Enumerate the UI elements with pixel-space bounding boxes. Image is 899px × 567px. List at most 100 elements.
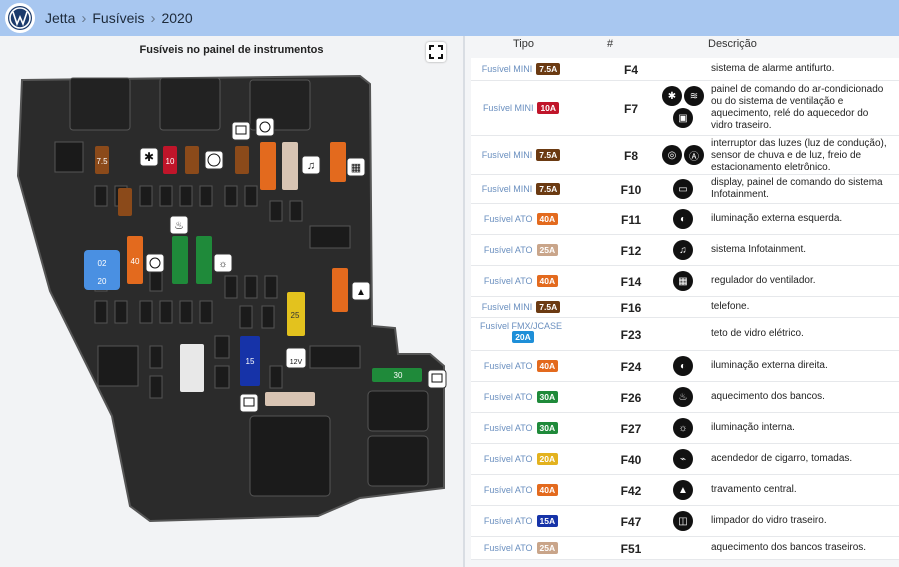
fuse-type-label: Fusível MINI: [481, 184, 533, 194]
amperage-badge: 15A: [536, 515, 559, 527]
fuse-description: travamento central.: [711, 484, 797, 495]
fuse-id: F27: [620, 422, 642, 436]
amperage-badge: 20A: [536, 453, 559, 465]
fuse-type: Fusível MINI 10A: [471, 102, 571, 114]
fuse-label-40: 40: [131, 257, 140, 266]
fuse-type: Fusível FMX/JCASE 20A: [471, 321, 571, 343]
fuse-id: F51: [620, 542, 642, 556]
vw-logo[interactable]: [5, 3, 35, 33]
amperage-badge: 7.5A: [536, 301, 561, 313]
fuse-icons: ♫: [653, 240, 713, 260]
fuse-description: teto de vidro elétrico.: [711, 328, 804, 339]
fuse-type-label: Fusível MINI: [481, 64, 533, 74]
amperage-badge: 7.5A: [536, 183, 561, 195]
rain-sensor-icon: ◎: [662, 145, 682, 165]
fuse-icons: ⌁: [653, 449, 713, 469]
fuse-description: iluminação externa esquerda.: [711, 213, 843, 224]
table-row[interactable]: Fusível MINI 7.5A F16 telefone.: [471, 297, 899, 318]
fuse-type: Fusível ATO 40A: [471, 360, 571, 372]
fuse-description: telefone.: [711, 301, 750, 312]
amperage-badge: 40A: [536, 360, 559, 372]
fuse-type: Fusível ATO 15A: [471, 515, 571, 527]
seat-heat-icon[interactable]: ♨: [174, 220, 184, 232]
fuse-id: F23: [620, 328, 642, 342]
fuse-description: display, painel de comando do sistema In…: [711, 177, 883, 200]
table-row[interactable]: Fusível ATO 40A F42 ▲ travamento central.: [471, 475, 899, 506]
fuse-description: sistema Infotainment.: [711, 244, 807, 255]
table-row[interactable]: Fusível MINI 7.5A F10 ▭ display, painel de c…: [471, 175, 899, 204]
fuse-type-label: Fusível MINI: [481, 150, 533, 160]
fuse-label-20: 20: [98, 277, 107, 286]
seat-heat-icon: ♨: [673, 387, 693, 407]
fuse-description: aquecimento dos bancos.: [711, 391, 825, 402]
amperage-badge: 10A: [537, 102, 560, 114]
lighter-icon[interactable]: 12V: [290, 359, 303, 366]
amperage-badge: 40A: [536, 484, 559, 496]
fuse-type-label: Fusível ATO: [483, 245, 533, 255]
rear-wiper-icon: ◫: [673, 511, 693, 531]
table-row[interactable]: Fusível ATO 30A F26 ♨ aquecimento dos bancos…: [471, 382, 899, 413]
fuse-icons: ♨: [653, 387, 713, 407]
table-header: Tipo # Descrição: [465, 36, 899, 54]
table-row[interactable]: Fusível ATO 40A F14 ▦ regulador do ventilado…: [471, 266, 899, 297]
fuse-type: Fusível ATO 20A: [471, 453, 571, 465]
fuse-type: Fusível ATO 40A: [471, 484, 571, 496]
fuse-description: interruptor das luzes (luz de condução),…: [711, 138, 887, 173]
headlight-icon: ◐: [673, 356, 693, 376]
fuse-label-15: 15: [246, 357, 255, 366]
fuse-type-label: Fusível MINI: [481, 302, 533, 312]
fuse-id: F40: [620, 453, 642, 467]
fan-regulator-icon: ▦: [673, 271, 693, 291]
fuse-icons: ◐: [653, 356, 713, 376]
fuse-label-7-5: 7.5: [96, 157, 108, 166]
fuse-label-30: 30: [394, 371, 403, 380]
table-row[interactable]: Fusível MINI 10A F7 ✱ ≋ ▣ painel de comando do…: [471, 81, 899, 136]
fuse-type-label: Fusível ATO: [483, 543, 533, 553]
amperage-badge: 40A: [536, 213, 559, 225]
fuse-label-25: 25: [291, 311, 300, 320]
fuse-icons: ✱ ≋ ▣: [653, 86, 713, 128]
table-row[interactable]: Fusível MINI 7.5A F4 sistema de alarme anti…: [471, 58, 899, 81]
fuse-type-label: Fusível ATO: [483, 485, 533, 495]
fuse-id: F11: [620, 213, 641, 227]
table-row[interactable]: Fusível MINI 7.5A F8 ◎ Ⓐinterruptor das luze…: [471, 136, 899, 175]
table-row[interactable]: Fusível ATO 15A F47 ◫ limpador do vidro tras…: [471, 506, 899, 537]
table-row[interactable]: Fusível ATO 30A F27 ☼ iluminação interna.: [471, 413, 899, 444]
fuse-type: Fusível MINI 7.5A: [471, 183, 571, 195]
table-row[interactable]: Fusível ATO 25A F51 aquecimento dos bancos …: [471, 537, 899, 560]
amperage-badge: 40A: [536, 275, 559, 287]
fan-regulator-icon[interactable]: ▦: [351, 162, 361, 174]
music-icon[interactable]: ♫: [307, 160, 315, 172]
breadcrumb-year[interactable]: 2020: [161, 10, 192, 26]
fuse-type-label: Fusível ATO: [483, 214, 533, 224]
fuse-type: Fusível MINI 7.5A: [471, 149, 571, 161]
table-row[interactable]: Fusível ATO 40A F24 ◐ iluminação externa dir…: [471, 351, 899, 382]
breadcrumb-fusiveis[interactable]: Fusíveis: [92, 10, 144, 26]
music-icon: ♫: [673, 240, 693, 260]
table-row[interactable]: Fusível ATO 20A F40 ⌁ acendedor de cigarro, …: [471, 444, 899, 475]
fuse-description: painel de comando do ar-condicionado ou …: [711, 84, 884, 131]
fuse-icons: ◎ Ⓐ: [653, 145, 713, 165]
lock-icon[interactable]: ▲: [356, 287, 366, 298]
fuse-description: acendedor de cigarro, tomadas.: [711, 453, 853, 464]
table-row[interactable]: Fusível FMX/JCASE 20A F23 teto de vidro elé…: [471, 318, 899, 351]
fuse-type: Fusível ATO 40A: [471, 275, 571, 287]
display-icon: ▭: [673, 179, 693, 199]
fuse-type: Fusível MINI 7.5A: [471, 301, 571, 313]
fuse-id: F16: [620, 301, 642, 315]
fuse-type-label: Fusível FMX/JCASE: [479, 321, 562, 331]
fuse-type: Fusível ATO 30A: [471, 422, 571, 434]
fuse-type: Fusível ATO 30A: [471, 391, 571, 403]
fuse-icons: ◐: [653, 209, 713, 229]
breadcrumb-jetta[interactable]: Jetta: [45, 10, 75, 26]
table-row[interactable]: Fusível ATO 25A F12 ♫ sistema Infotainment.: [471, 235, 899, 266]
auto-light-icon: Ⓐ: [684, 145, 704, 165]
table-row[interactable]: Fusível ATO 40A F11 ◐ iluminação externa esq…: [471, 204, 899, 235]
fuse-label-10: 10: [166, 157, 175, 166]
interior-light-icon[interactable]: ☼: [218, 259, 227, 270]
fuse-type-label: Fusível ATO: [483, 361, 533, 371]
column-number: #: [607, 38, 614, 50]
fuse-id: F14: [620, 275, 642, 289]
fan-icon[interactable]: ✱: [144, 150, 154, 164]
fuse-label-02: 02: [98, 259, 107, 268]
